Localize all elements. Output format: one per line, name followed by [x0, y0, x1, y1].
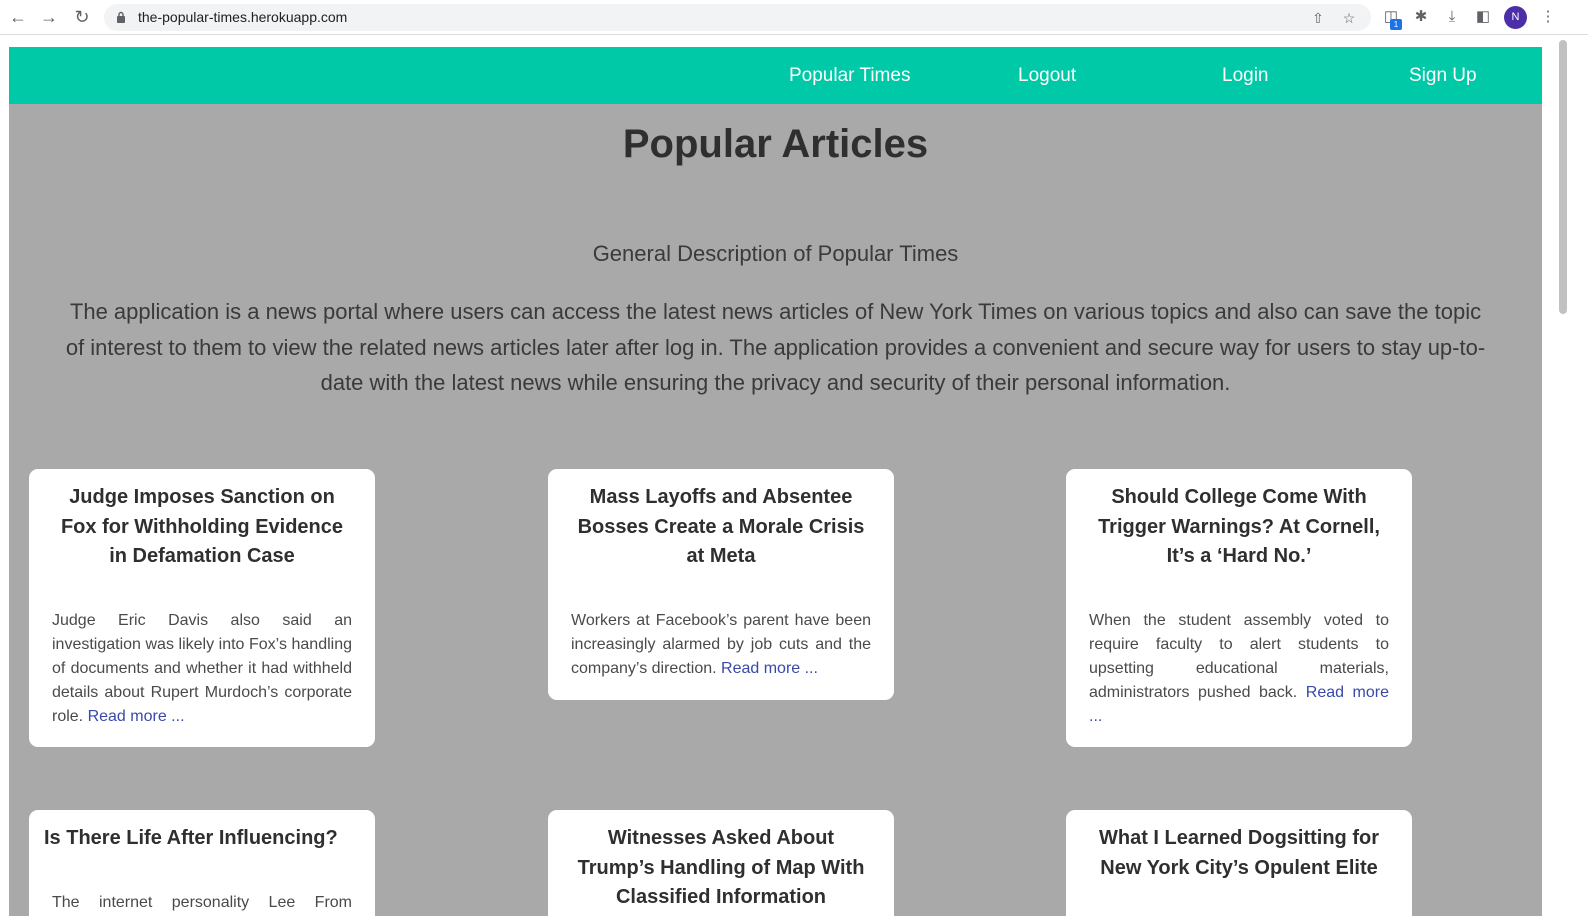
article-card[interactable]: What I Learned Dogsitting for New York C…: [1066, 810, 1412, 916]
description-text: The application is a news portal where u…: [65, 299, 1486, 395]
page-top-margin: [9, 36, 1542, 47]
article-card[interactable]: Should College Come With Trigger Warning…: [1066, 469, 1412, 747]
download-icon[interactable]: ⤓: [1441, 6, 1463, 28]
scrollbar-thumb[interactable]: [1559, 40, 1567, 314]
nav-link-login[interactable]: Login: [1222, 65, 1269, 87]
reload-icon[interactable]: ↻: [71, 6, 93, 28]
article-summary: The internet personality Lee From: [52, 893, 352, 911]
article-card[interactable]: Is There Life After Influencing? The int…: [29, 810, 375, 916]
nav-link-sign-up[interactable]: Sign Up: [1409, 65, 1477, 87]
article-title[interactable]: Should College Come With Trigger Warning…: [1089, 483, 1389, 572]
article-title[interactable]: Is There Life After Influencing?: [44, 824, 352, 854]
article-title[interactable]: Judge Imposes Sanction on Fox for Withho…: [52, 483, 352, 572]
browser-toolbar: ← → ↻ the-popular-times.herokuapp.com ⇧ …: [0, 0, 1588, 35]
forward-icon[interactable]: →: [38, 6, 60, 28]
navbar: Popular Times Logout Login Sign Up: [9, 47, 1542, 104]
share-icon[interactable]: ⇧: [1308, 8, 1328, 28]
page-margin-left: [0, 36, 9, 916]
article-title[interactable]: Witnesses Asked About Trump’s Handling o…: [571, 824, 871, 913]
puzzle-icon[interactable]: ✱: [1410, 6, 1432, 28]
extension-badge: 1: [1390, 19, 1402, 30]
lock-icon: [117, 11, 125, 23]
article-card[interactable]: Mass Layoffs and Absentee Bosses Create …: [548, 469, 894, 700]
article-card[interactable]: Witnesses Asked About Trump’s Handling o…: [548, 810, 894, 916]
article-title[interactable]: Mass Layoffs and Absentee Bosses Create …: [571, 483, 871, 572]
side-panel-icon[interactable]: ◧: [1472, 6, 1494, 28]
nav-link-logout[interactable]: Logout: [1018, 65, 1076, 87]
article-summary: When the student assembly voted to requi…: [1089, 609, 1389, 729]
menu-icon[interactable]: ⋮: [1537, 6, 1559, 28]
avatar[interactable]: N: [1504, 6, 1527, 29]
article-card[interactable]: Judge Imposes Sanction on Fox for Withho…: [29, 469, 375, 747]
read-more-link[interactable]: Read more ...: [88, 708, 185, 725]
article-title[interactable]: What I Learned Dogsitting for New York C…: [1089, 824, 1389, 883]
bookmark-star-icon[interactable]: ☆: [1339, 8, 1359, 28]
page-margin-right: [1542, 36, 1555, 916]
article-summary: Judge Eric Davis also said an investigat…: [52, 609, 352, 729]
address-bar[interactable]: the-popular-times.herokuapp.com ⇧ ☆: [104, 4, 1371, 31]
main-content: Popular Articles General Description of …: [9, 104, 1542, 916]
nav-link-popular-times[interactable]: Popular Times: [789, 65, 910, 87]
url-text: the-popular-times.herokuapp.com: [138, 9, 348, 25]
page-title: Popular Articles: [622, 122, 929, 166]
read-more-link[interactable]: Read more ...: [721, 660, 818, 677]
back-icon[interactable]: ←: [7, 6, 29, 28]
description-heading: General Description of Popular Times: [592, 241, 959, 266]
article-summary: Workers at Facebook’s parent have been i…: [571, 609, 871, 681]
